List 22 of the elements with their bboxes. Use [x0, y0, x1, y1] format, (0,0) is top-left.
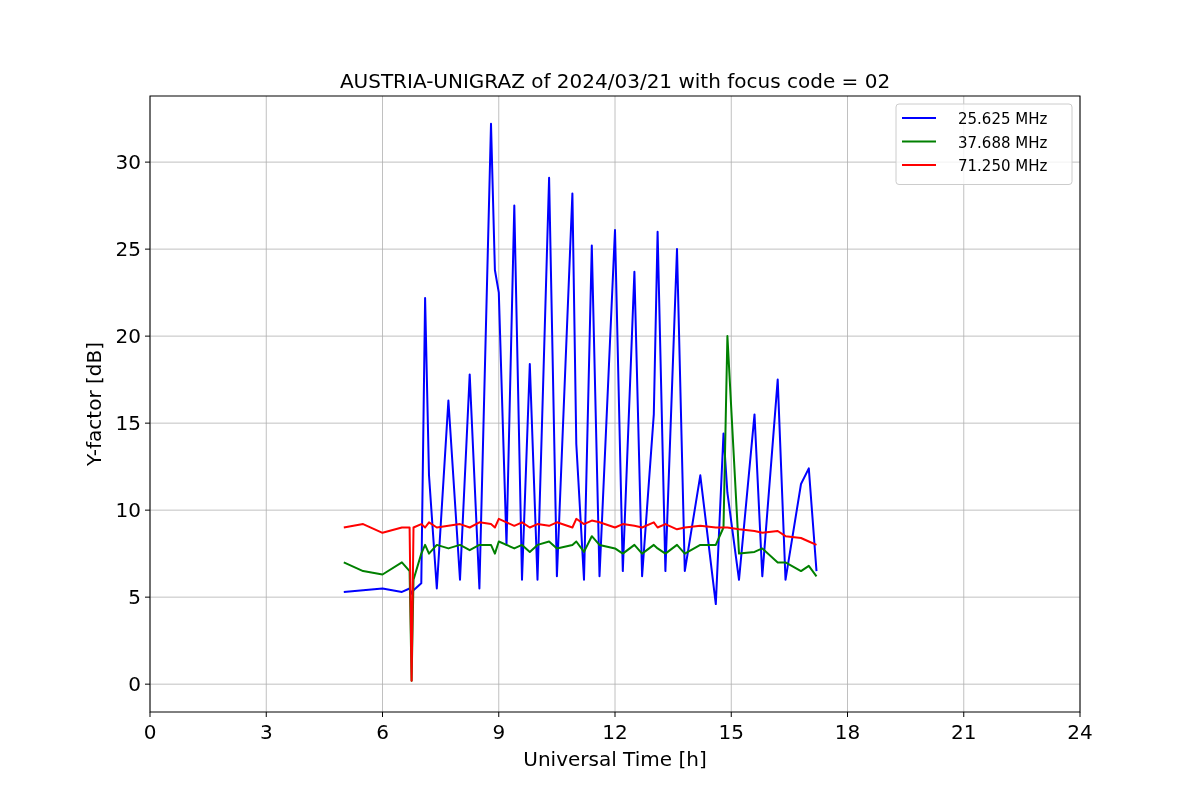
- x-axis-label: Universal Time [h]: [523, 747, 707, 771]
- y-tick-label: 20: [115, 324, 141, 349]
- legend-label: 25.625 MHz: [958, 110, 1048, 128]
- y-axis-label: Y-factor [dB]: [82, 342, 106, 466]
- y-tick-label: 15: [115, 411, 141, 436]
- x-tick-label: 15: [718, 720, 744, 744]
- legend-label: 37.688 MHz: [958, 133, 1048, 152]
- y-tick-label: 30: [115, 150, 141, 175]
- x-tick-label: 12: [602, 720, 628, 744]
- chart-title: AUSTRIA-UNIGRAZ of 2024/03/21 with focus code = 02: [339, 69, 891, 93]
- x-tick-label: 0: [143, 720, 157, 744]
- legend-label: 71.250 MHz: [958, 157, 1048, 175]
- y-tick-label: 25: [115, 237, 141, 262]
- x-tick-label: 21: [951, 720, 977, 744]
- x-tick-label: 18: [834, 720, 861, 744]
- x-tick-label: 6: [376, 720, 389, 744]
- y-tick-label: 10: [115, 498, 141, 523]
- x-tick-label: 9: [492, 720, 506, 744]
- y-tick-label: 0: [128, 672, 141, 697]
- y-tick-label: 5: [128, 585, 141, 610]
- x-tick-label: 3: [259, 720, 273, 744]
- x-tick-label: 24: [1067, 720, 1093, 744]
